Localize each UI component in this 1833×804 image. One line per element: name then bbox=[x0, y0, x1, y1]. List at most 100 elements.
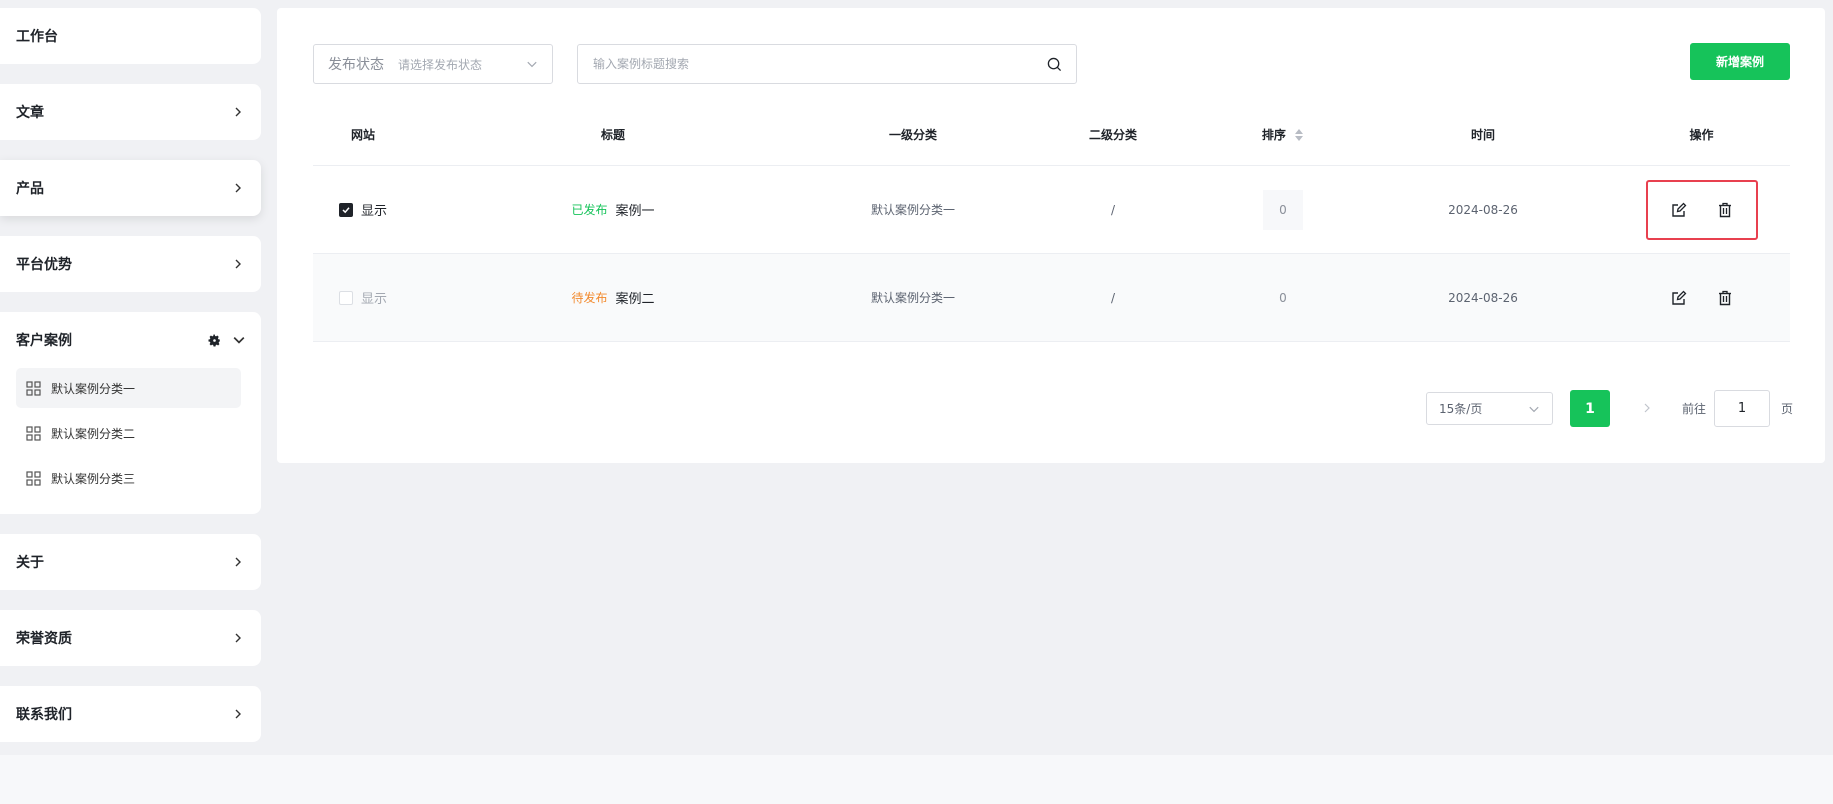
chevron-right-icon bbox=[235, 709, 241, 719]
check-icon bbox=[342, 206, 350, 213]
website-checkbox[interactable] bbox=[338, 202, 353, 217]
time-cell: 2024-08-26 bbox=[1448, 202, 1518, 217]
sidebar-item-advantages[interactable]: 平台优势 bbox=[0, 236, 261, 292]
table-row: 显示 待发布 案例二 默认案例分类一 / 0 2024-08-26 bbox=[313, 254, 1790, 342]
column-header-website: 网站 bbox=[313, 126, 413, 143]
footer-strip bbox=[0, 755, 1833, 804]
search-icon[interactable] bbox=[1047, 57, 1062, 72]
edit-button[interactable] bbox=[1669, 200, 1689, 220]
category2-cell: / bbox=[1110, 202, 1116, 217]
table-header: 网站 标题 一级分类 二级分类 排序 时间 操作 bbox=[313, 103, 1790, 166]
sort-input[interactable]: 0 bbox=[1263, 189, 1303, 230]
column-header-title: 标题 bbox=[413, 126, 813, 143]
search-input[interactable] bbox=[593, 57, 1047, 71]
delete-button[interactable] bbox=[1715, 288, 1735, 308]
sidebar-group-label: 客户案例 bbox=[16, 333, 72, 349]
sidebar-item-label: 文章 bbox=[16, 105, 44, 121]
publish-status-placeholder: 请选择发布状态 bbox=[398, 57, 483, 72]
website-label: 显示 bbox=[360, 292, 387, 307]
chevron-right-icon bbox=[235, 107, 241, 117]
case-title: 案例二 bbox=[615, 292, 655, 307]
sidebar-item-label: 平台优势 bbox=[16, 257, 72, 273]
status-badge: 待发布 bbox=[571, 291, 608, 305]
column-header-label: 排序 bbox=[1261, 127, 1286, 142]
sidebar-subitem-case-category-1[interactable]: 默认案例分类一 bbox=[16, 368, 241, 408]
page-size-select[interactable]: 15条/页 bbox=[1426, 392, 1553, 425]
page-size-value: 15条/页 bbox=[1439, 402, 1483, 416]
trash-icon bbox=[1718, 290, 1731, 305]
column-header-label: 操作 bbox=[1689, 127, 1714, 142]
sidebar-subitem-label: 默认案例分类三 bbox=[51, 471, 136, 486]
website-checkbox[interactable] bbox=[338, 290, 353, 305]
sidebar-item-label: 联系我们 bbox=[16, 707, 72, 723]
chevron-down-icon bbox=[527, 61, 537, 68]
sort-input[interactable]: 0 bbox=[1263, 278, 1303, 318]
chevron-right-icon bbox=[235, 557, 241, 567]
website-cell: 显示 bbox=[313, 288, 413, 307]
chevron-right-icon bbox=[235, 633, 241, 643]
grid-icon bbox=[26, 425, 41, 441]
cases-table: 网站 标题 一级分类 二级分类 排序 时间 操作 显示 已发布 案例一 默认案例… bbox=[313, 103, 1790, 342]
edit-icon bbox=[1671, 202, 1686, 217]
column-header-label: 二级分类 bbox=[1088, 127, 1137, 142]
website-cell: 显示 bbox=[313, 200, 413, 219]
table-row: 显示 已发布 案例一 默认案例分类一 / 0 2024-08-26 bbox=[313, 166, 1790, 254]
title-cell: 已发布 案例一 bbox=[413, 200, 813, 219]
goto-page-input[interactable] bbox=[1714, 390, 1770, 427]
page-suffix-label: 页 bbox=[1781, 402, 1794, 416]
edit-icon bbox=[1671, 290, 1686, 305]
category1-cell: 默认案例分类一 bbox=[870, 203, 955, 217]
sidebar-group-header[interactable]: 客户案例 bbox=[0, 312, 261, 368]
sort-cell: 0 bbox=[1213, 189, 1353, 230]
next-page-button[interactable] bbox=[1637, 398, 1657, 418]
sidebar-item-contact[interactable]: 联系我们 bbox=[0, 686, 261, 742]
publish-status-label: 发布状态 bbox=[328, 57, 384, 73]
sidebar-item-honors[interactable]: 荣誉资质 bbox=[0, 610, 261, 666]
chevron-right-icon bbox=[235, 259, 241, 269]
column-header-label: 网站 bbox=[350, 127, 375, 142]
sidebar-item-articles[interactable]: 文章 bbox=[0, 84, 261, 140]
column-header-category2: 二级分类 bbox=[1013, 126, 1213, 143]
pagination: 15条/页 1 前往 页 bbox=[277, 390, 1825, 430]
column-header-category1: 一级分类 bbox=[813, 126, 1013, 143]
add-case-button[interactable]: 新增案例 bbox=[1690, 43, 1790, 80]
page-button-current[interactable]: 1 bbox=[1570, 390, 1610, 427]
chevron-down-icon[interactable] bbox=[233, 334, 245, 346]
trash-icon bbox=[1718, 202, 1731, 217]
chevron-down-icon bbox=[1529, 406, 1539, 412]
edit-button[interactable] bbox=[1669, 288, 1689, 308]
row-actions bbox=[1645, 179, 1758, 240]
column-header-label: 一级分类 bbox=[888, 127, 937, 142]
sidebar-item-products[interactable]: 产品 bbox=[0, 160, 261, 216]
publish-status-select[interactable]: 发布状态 请选择发布状态 bbox=[313, 44, 553, 84]
sidebar-subitem-case-category-2[interactable]: 默认案例分类二 bbox=[16, 413, 241, 453]
sidebar-subitem-case-category-3[interactable]: 默认案例分类三 bbox=[16, 458, 241, 498]
sidebar-item-label: 产品 bbox=[16, 181, 44, 197]
category1-cell: 默认案例分类一 bbox=[870, 291, 955, 305]
case-title: 案例一 bbox=[615, 204, 655, 219]
column-header-label: 时间 bbox=[1470, 127, 1495, 142]
grid-icon bbox=[26, 380, 41, 396]
chevron-right-icon bbox=[1644, 403, 1650, 413]
category2-cell: / bbox=[1110, 290, 1116, 305]
website-label: 显示 bbox=[360, 204, 387, 219]
delete-button[interactable] bbox=[1715, 200, 1735, 220]
sidebar-item-label: 工作台 bbox=[16, 29, 58, 45]
sidebar-item-about[interactable]: 关于 bbox=[0, 534, 261, 590]
status-badge: 已发布 bbox=[571, 203, 608, 217]
main-panel: 发布状态 请选择发布状态 新增案例 网站 标题 一级分类 二级分类 排序 时间 … bbox=[277, 8, 1825, 463]
column-header-label: 标题 bbox=[600, 127, 625, 142]
sort-cell: 0 bbox=[1213, 278, 1353, 318]
gear-icon[interactable] bbox=[208, 333, 221, 347]
column-header-sort[interactable]: 排序 bbox=[1213, 126, 1353, 143]
actions-cell bbox=[1613, 268, 1790, 328]
sidebar-subitem-label: 默认案例分类一 bbox=[51, 381, 136, 396]
column-header-time: 时间 bbox=[1353, 126, 1613, 143]
sort-caret-icon[interactable] bbox=[1294, 128, 1304, 142]
goto-label: 前往 bbox=[1682, 402, 1707, 416]
title-cell: 待发布 案例二 bbox=[413, 288, 813, 307]
sidebar-group-cases: 客户案例 默认案例分类一 默认案例分类二 默认案例分类三 bbox=[0, 312, 261, 514]
sidebar-item-workbench[interactable]: 工作台 bbox=[0, 8, 261, 64]
sidebar-subitem-label: 默认案例分类二 bbox=[51, 426, 136, 441]
sidebar-item-label: 关于 bbox=[16, 555, 44, 571]
